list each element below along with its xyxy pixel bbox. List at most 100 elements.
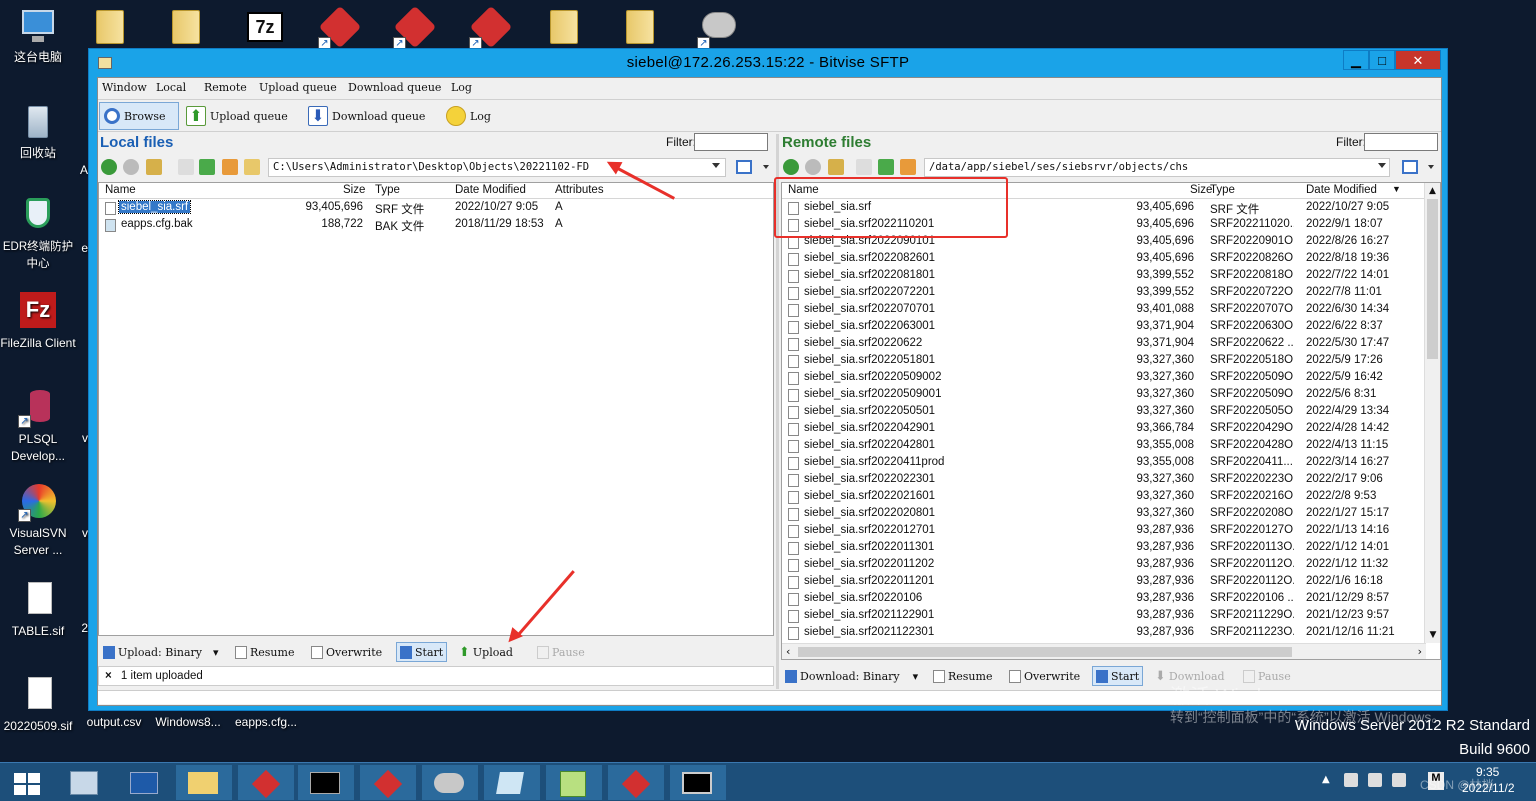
local-filter-input[interactable]	[694, 133, 768, 151]
remote-filter-input[interactable]	[1364, 133, 1438, 151]
menu-local[interactable]: Local	[156, 81, 186, 94]
download-queue-button[interactable]: ⬇ Download queue	[304, 102, 429, 130]
menu-window[interactable]: Window	[102, 81, 147, 94]
remote-file-row[interactable]: siebel_sia.srf2022051801 93,327,360 SRF202…	[782, 353, 1440, 370]
browse-button[interactable]: Browse	[99, 102, 179, 130]
path-dropdown-icon[interactable]	[712, 163, 720, 168]
speaker-icon[interactable]	[1344, 773, 1358, 787]
parent-folder-icon[interactable]	[146, 159, 162, 175]
remote-file-row[interactable]: siebel_sia.srf2022072201 93,399,552 SRF202…	[782, 285, 1440, 302]
taskbar-explorer[interactable]	[176, 765, 232, 800]
minimize-button[interactable]: ▁	[1343, 50, 1369, 70]
folder-icon[interactable]	[542, 6, 586, 50]
taskbar-notepad[interactable]	[484, 765, 540, 800]
remote-path-input[interactable]: /data/app/siebel/ses/siebsrvr/objects/ch…	[924, 158, 1390, 177]
tray-expand-icon[interactable]: ▲	[1322, 774, 1330, 785]
path-dropdown-icon[interactable]	[1378, 163, 1386, 168]
folder-icon[interactable]	[164, 6, 208, 50]
col-type[interactable]: Type	[1210, 184, 1235, 196]
view-dropdown-icon[interactable]	[763, 165, 769, 169]
horizontal-scrollbar[interactable]: ‹ ›	[782, 643, 1426, 659]
remote-file-row[interactable]: siebel_sia.srf2022012701 93,287,936 SRF202…	[782, 523, 1440, 540]
folder-icon[interactable]	[618, 6, 662, 50]
maximize-button[interactable]: □	[1369, 50, 1395, 70]
start-button[interactable]: Start	[396, 642, 448, 662]
remote-file-row[interactable]: siebel_sia.srf2022011301 93,287,936 SRF202…	[782, 540, 1440, 557]
7z-icon[interactable]: 7z	[243, 6, 287, 50]
view-dropdown-icon[interactable]	[1428, 165, 1434, 169]
download-mode-dropdown[interactable]: Download: Binary ▾	[782, 666, 928, 686]
scroll-left-icon[interactable]: ‹	[786, 645, 790, 658]
remote-file-row[interactable]: siebel_sia.srf2022021601 93,327,360 SRF202…	[782, 489, 1440, 506]
flag-icon[interactable]	[1392, 773, 1406, 787]
resume-button[interactable]: Resume	[232, 642, 297, 662]
back-icon[interactable]	[101, 159, 117, 175]
local-file-row[interactable]: siebel_sia.srf 93,405,696 SRF 文件 2022/10…	[99, 200, 773, 217]
remote-file-row[interactable]: siebel_sia.srf20220411prod 93,355,008 SRF2…	[782, 455, 1440, 472]
desktop-icon-visualsvn[interactable]: ↗ VisualSVN Server ...	[0, 482, 76, 559]
remote-file-row[interactable]: siebel_sia.srf2022063001 93,371,904 SRF202…	[782, 319, 1440, 336]
sort-desc-icon[interactable]: ▼	[1392, 184, 1401, 194]
scroll-right-icon[interactable]: ›	[1418, 645, 1422, 658]
scrollbar-thumb[interactable]	[1427, 199, 1438, 359]
delete-icon[interactable]	[856, 159, 872, 175]
remote-file-row[interactable]: siebel_sia.srf20220509001 93,327,360 SRF20…	[782, 387, 1440, 404]
remote-file-row[interactable]: siebel_sia.srf20220622 93,371,904 SRF20220…	[782, 336, 1440, 353]
col-size[interactable]: Size	[343, 184, 365, 196]
remote-file-row[interactable]: siebel_sia.srf2022011201 93,287,936 SRF202…	[782, 574, 1440, 591]
remote-file-row[interactable]: siebel_sia.srf2022081801 93,399,552 SRF202…	[782, 268, 1440, 285]
hscrollbar-thumb[interactable]	[798, 647, 1292, 657]
start-button[interactable]	[0, 765, 56, 800]
col-type[interactable]: Type	[375, 184, 400, 196]
local-path-input[interactable]: C:\Users\Administrator\Desktop\Objects\2…	[268, 158, 726, 177]
upload-button[interactable]: ⬆ Upload	[456, 642, 516, 662]
desktop-label-eapps[interactable]: eapps.cfg...	[228, 714, 304, 731]
taskbar-bitvise[interactable]	[238, 765, 294, 800]
refresh-icon[interactable]	[878, 159, 894, 175]
desktop-icon-edr[interactable]: EDR终端防护中心	[0, 196, 76, 273]
back-icon[interactable]	[783, 159, 799, 175]
close-button[interactable]: ✕	[1395, 50, 1441, 70]
remote-file-row[interactable]: siebel_sia.srf2022022301 93,327,360 SRF202…	[782, 472, 1440, 489]
remote-file-row[interactable]: siebel_sia.srf2021122301 93,287,936 SRF202…	[782, 625, 1440, 642]
remote-file-row[interactable]: siebel_sia.srf2022042901 93,366,784 SRF202…	[782, 421, 1440, 438]
local-file-row[interactable]: eapps.cfg.bak 188,722 BAK 文件 2018/11/29 …	[99, 217, 773, 234]
remote-file-row[interactable]: siebel_sia.srf2022020801 93,327,360 SRF202…	[782, 506, 1440, 523]
remote-file-row[interactable]: siebel_sia.srf2022082601 93,405,696 SRF202…	[782, 251, 1440, 268]
taskbar-bitvise-3[interactable]	[608, 765, 664, 800]
taskbar-sftp[interactable]	[670, 765, 726, 800]
remote-file-row[interactable]: siebel_sia.srf2022050501 93,327,360 SRF202…	[782, 404, 1440, 421]
remote-file-row[interactable]: siebel_sia.srf2022011202 93,287,936 SRF202…	[782, 557, 1440, 574]
upload-queue-button[interactable]: ⬆ Upload queue	[182, 102, 292, 130]
taskbar-cmd[interactable]	[298, 765, 354, 800]
upload-mode-dropdown[interactable]: Upload: Binary ▾	[100, 642, 230, 662]
pause-button[interactable]: Pause	[534, 642, 588, 662]
remote-file-row[interactable]: siebel_sia.srf20220509002 93,327,360 SRF20…	[782, 370, 1440, 387]
forward-icon[interactable]	[805, 159, 821, 175]
taskbar-server-manager[interactable]	[56, 765, 112, 800]
scroll-up-icon[interactable]: ▲	[1425, 183, 1440, 199]
desktop-icon-plsql[interactable]: ↗ PLSQL Develop...	[0, 388, 76, 465]
forward-icon[interactable]	[123, 159, 139, 175]
view-mode-icon[interactable]	[1402, 160, 1418, 174]
network-icon[interactable]	[1368, 773, 1382, 787]
taskbar-tool[interactable]	[422, 765, 478, 800]
scroll-down-icon[interactable]: ▼	[1425, 627, 1440, 643]
folder-open-icon[interactable]	[244, 159, 260, 175]
remote-file-row[interactable]: siebel_sia.srf2021122901 93,287,936 SRF202…	[782, 608, 1440, 625]
menu-upload-queue[interactable]: Upload queue	[259, 81, 337, 94]
col-name[interactable]: Name	[105, 184, 136, 196]
desktop-icon-this-pc[interactable]: 这台电脑	[0, 6, 76, 66]
bitvise-icon[interactable]: ↗	[393, 5, 437, 50]
view-mode-icon[interactable]	[736, 160, 752, 174]
remote-file-row[interactable]: siebel_sia.srf2022070701 93,401,088 SRF202…	[782, 302, 1440, 319]
overwrite-button[interactable]: Overwrite	[1006, 666, 1083, 686]
menu-download-queue[interactable]: Download queue	[348, 81, 441, 94]
resume-button[interactable]: Resume	[930, 666, 995, 686]
bitvise-icon[interactable]: ↗	[318, 5, 362, 50]
log-button[interactable]: Log	[442, 102, 495, 130]
delete-icon[interactable]	[178, 159, 194, 175]
menu-log[interactable]: Log	[451, 81, 472, 94]
remote-file-row[interactable]: siebel_sia.srf20220106 93,287,936 SRF20220…	[782, 591, 1440, 608]
home-icon[interactable]	[900, 159, 916, 175]
